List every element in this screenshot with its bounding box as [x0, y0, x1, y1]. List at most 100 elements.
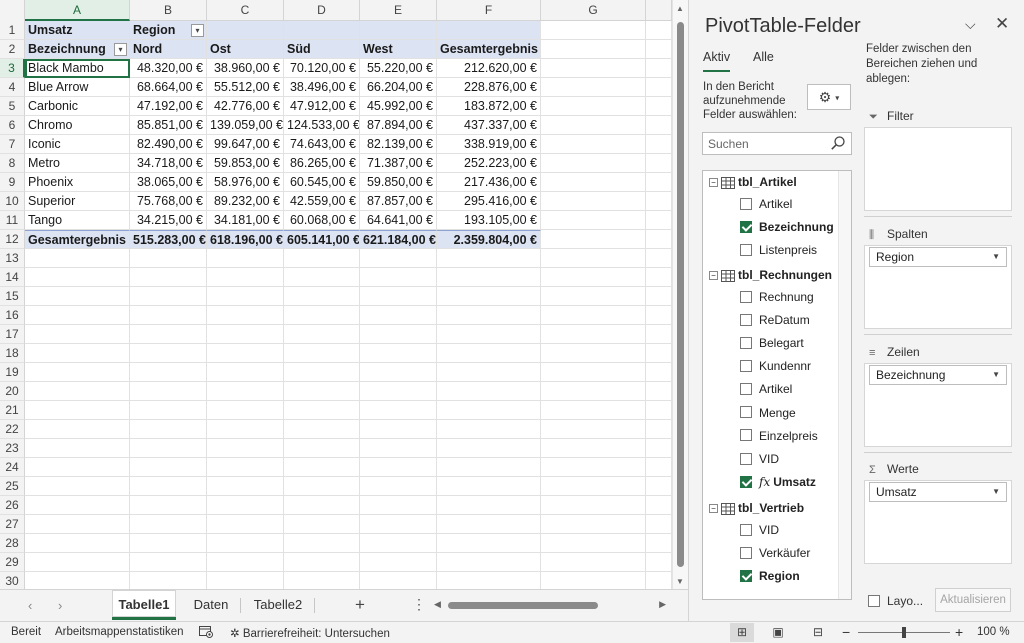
pivot-value-cell[interactable]: 68.664,00 €	[130, 78, 207, 97]
cell[interactable]	[284, 344, 360, 363]
cell[interactable]	[646, 40, 672, 59]
pivot-value-cell[interactable]: 212.620,00 €	[437, 59, 541, 78]
cell[interactable]	[25, 439, 130, 458]
cell[interactable]	[207, 496, 284, 515]
field-checkbox[interactable]	[740, 475, 752, 488]
cell[interactable]	[25, 458, 130, 477]
cell[interactable]	[284, 420, 360, 439]
column-header-partial[interactable]	[646, 0, 672, 21]
cell[interactable]	[207, 553, 284, 572]
pivot-value-cell[interactable]: 59.853,00 €	[207, 154, 284, 173]
cell[interactable]	[130, 458, 207, 477]
columns-drop-area[interactable]: Region ▼	[864, 245, 1012, 329]
row-header[interactable]: 2	[0, 40, 25, 59]
cell[interactable]	[437, 344, 541, 363]
cell[interactable]	[130, 572, 207, 589]
search-icon[interactable]	[830, 135, 846, 154]
cell[interactable]	[25, 420, 130, 439]
row-header[interactable]: 18	[0, 344, 25, 363]
cell[interactable]	[646, 192, 672, 211]
field-list-scrollbar[interactable]	[838, 171, 851, 599]
cell[interactable]	[130, 515, 207, 534]
cell[interactable]	[360, 306, 437, 325]
pivot-value-cell[interactable]: 87.894,00 €	[360, 116, 437, 135]
cell[interactable]	[360, 515, 437, 534]
field-item[interactable]: Rechnung	[740, 290, 814, 304]
cell[interactable]	[646, 458, 672, 477]
field-item[interactable]: Verkäufer	[740, 546, 810, 560]
grand-total-cell[interactable]: 618.196,00 €	[207, 230, 284, 249]
cell[interactable]	[207, 306, 284, 325]
cell[interactable]	[541, 230, 646, 249]
workbook-stats-button[interactable]: Arbeitsmappenstatistiken	[55, 626, 183, 638]
field-item[interactable]: VID	[740, 523, 779, 537]
cell[interactable]	[284, 553, 360, 572]
cell[interactable]	[360, 21, 437, 40]
cell[interactable]	[646, 401, 672, 420]
cell[interactable]	[207, 249, 284, 268]
cell[interactable]	[646, 534, 672, 553]
cell[interactable]	[541, 154, 646, 173]
close-icon[interactable]: ✕	[995, 14, 1009, 34]
pivot-value-field-label[interactable]: Umsatz	[25, 21, 130, 40]
column-header[interactable]: E	[360, 0, 437, 21]
pivot-row-label[interactable]: Iconic	[25, 135, 130, 154]
field-checkbox[interactable]	[740, 290, 752, 303]
cell[interactable]	[541, 553, 646, 572]
cell[interactable]	[360, 439, 437, 458]
pivot-value-cell[interactable]: 55.220,00 €	[360, 59, 437, 78]
field-item[interactable]: Menge	[740, 406, 796, 420]
page-break-view-button[interactable]: ⊟	[806, 623, 830, 642]
cell[interactable]	[541, 135, 646, 154]
cell[interactable]	[437, 515, 541, 534]
pivot-value-cell[interactable]: 124.533,00 €	[284, 116, 360, 135]
cell[interactable]	[541, 325, 646, 344]
page-layout-view-button[interactable]: ▣	[766, 623, 790, 642]
cell[interactable]	[541, 97, 646, 116]
cell[interactable]	[437, 553, 541, 572]
table-group-tbl-vertrieb[interactable]: − tbl_Vertrieb	[709, 501, 804, 515]
cell[interactable]	[646, 553, 672, 572]
cell[interactable]	[541, 496, 646, 515]
cell[interactable]	[437, 477, 541, 496]
row-header[interactable]: 25	[0, 477, 25, 496]
table-group-tbl-artikel[interactable]: − tbl_Artikel	[709, 175, 797, 189]
pivot-row-label[interactable]: Tango	[25, 211, 130, 230]
normal-view-button[interactable]: ⊞	[730, 623, 754, 642]
cell[interactable]	[284, 515, 360, 534]
field-item[interactable]: fx Umsatz	[740, 475, 816, 489]
collapse-icon[interactable]: −	[709, 504, 718, 514]
pivot-value-cell[interactable]: 48.320,00 €	[130, 59, 207, 78]
cell[interactable]	[130, 477, 207, 496]
field-item[interactable]: Artikel	[740, 197, 792, 211]
cell[interactable]	[646, 306, 672, 325]
row-header[interactable]: 13	[0, 249, 25, 268]
cell[interactable]	[437, 21, 541, 40]
field-checkbox[interactable]	[740, 313, 752, 326]
cell[interactable]	[25, 401, 130, 420]
zoom-level[interactable]: 100 %	[977, 626, 1010, 638]
cell[interactable]	[541, 382, 646, 401]
cell[interactable]	[284, 477, 360, 496]
pivot-value-cell[interactable]: 193.105,00 €	[437, 211, 541, 230]
cell[interactable]	[207, 420, 284, 439]
cell[interactable]	[541, 192, 646, 211]
field-item[interactable]: VID	[740, 452, 779, 466]
vertical-scroll-thumb[interactable]	[677, 22, 684, 567]
grand-total-label[interactable]: Gesamtergebnis	[25, 230, 130, 249]
pivot-column-header[interactable]: Nord	[130, 40, 207, 59]
pivot-value-cell[interactable]: 60.068,00 €	[284, 211, 360, 230]
collapse-icon[interactable]: −	[709, 271, 718, 281]
cell[interactable]	[284, 572, 360, 589]
cell[interactable]	[437, 439, 541, 458]
sheet-tab-tabelle2[interactable]: Tabelle2	[246, 590, 310, 620]
cell[interactable]	[130, 420, 207, 439]
cell[interactable]	[207, 325, 284, 344]
cell[interactable]	[25, 572, 130, 589]
cell[interactable]	[646, 230, 672, 249]
row-header[interactable]: 20	[0, 382, 25, 401]
cell[interactable]	[541, 306, 646, 325]
cell[interactable]	[360, 477, 437, 496]
column-header[interactable]: F	[437, 0, 541, 21]
cell[interactable]	[541, 401, 646, 420]
